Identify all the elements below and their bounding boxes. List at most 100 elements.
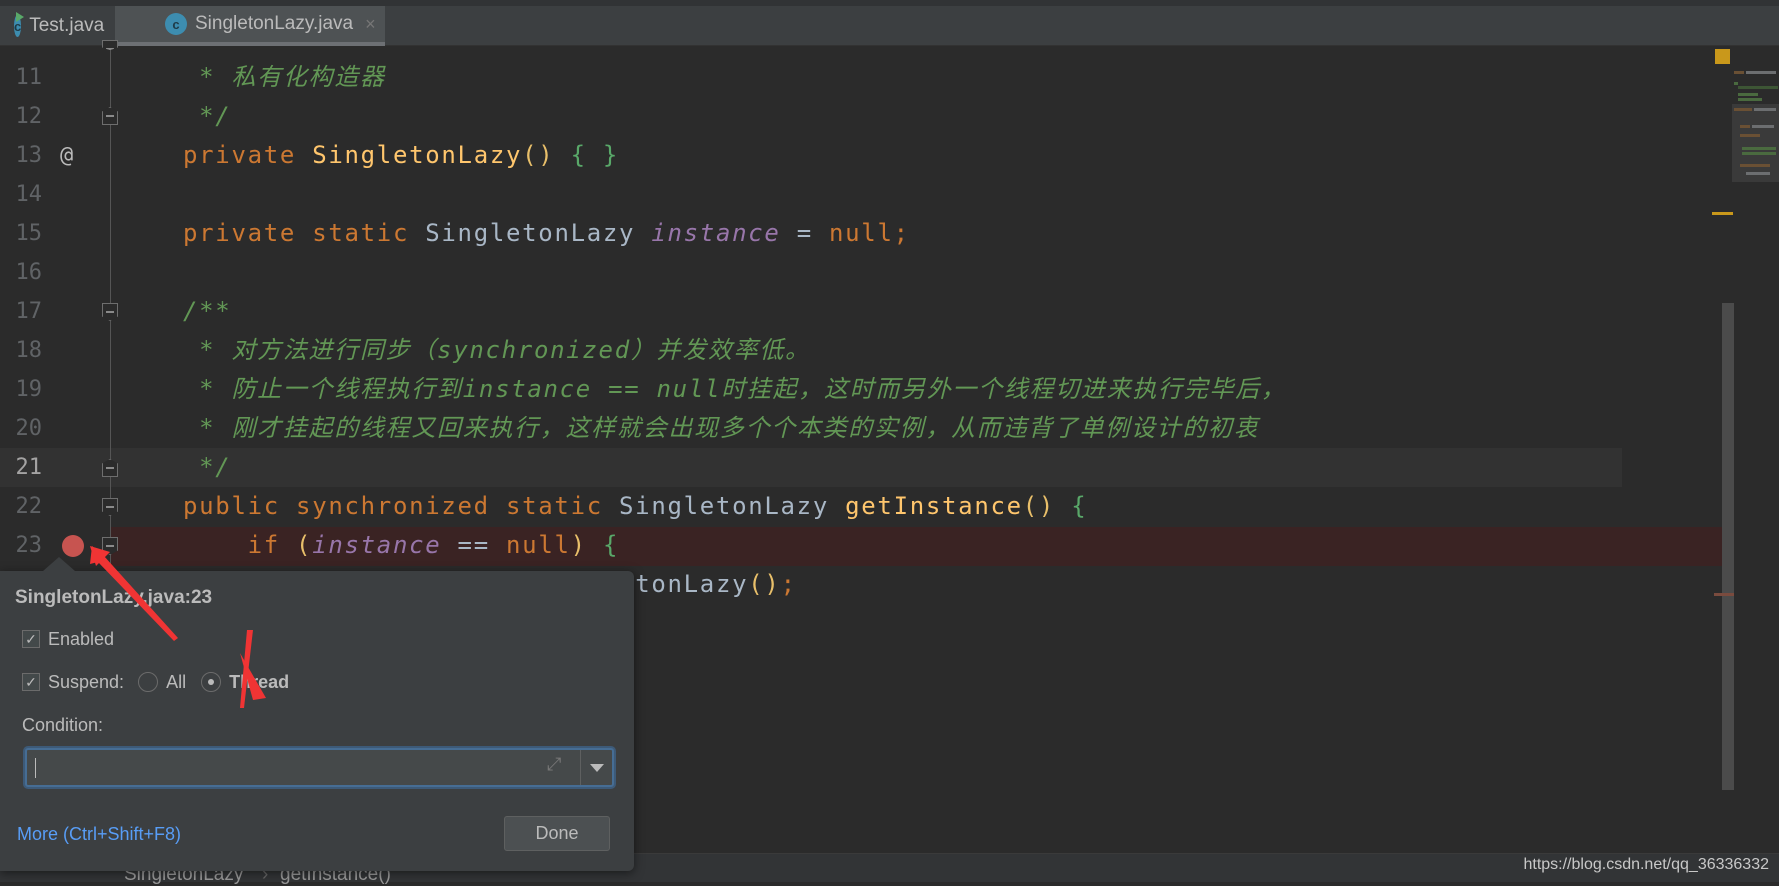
condition-input[interactable]: ⤢: [25, 748, 614, 787]
code-token: private static: [183, 219, 426, 247]
line-number: 21: [15, 455, 43, 480]
code-token: * 对方法进行同步（synchronized）并发效率低。: [183, 336, 811, 364]
code-token: * 防止一个线程执行到instance == null时挂起，这时而另外一个线程…: [183, 375, 1287, 403]
radio-thread[interactable]: Thread: [201, 671, 289, 693]
code-token: SingletonLazy: [619, 492, 846, 520]
suspend-row: ✓ Suspend: All Thread: [22, 671, 289, 693]
implements-marker-icon[interactable]: @: [60, 136, 73, 175]
close-icon[interactable]: ×: [365, 14, 376, 35]
code-token: * 私有化构造器: [183, 63, 386, 91]
tab-singletonlazy-java[interactable]: c SingletonLazy.java ×: [115, 6, 385, 46]
code-token: null: [506, 531, 571, 559]
chevron-down-icon: [589, 763, 604, 772]
code-token: (): [748, 570, 781, 598]
code-line[interactable]: * 刚才挂起的线程又回来执行，这样就会出现多个个本类的实例，从而违背了单例设计的…: [183, 409, 1259, 448]
line-number: 16: [15, 260, 43, 285]
popup-title: SingletonLazy.java:23: [15, 587, 213, 608]
java-class-run-icon: c: [14, 12, 25, 37]
line-number: 19: [15, 377, 43, 402]
line-number: 15: [15, 221, 43, 246]
code-token: (): [522, 141, 555, 169]
code-line[interactable]: * 私有化构造器: [183, 58, 386, 97]
code-line[interactable]: */: [183, 97, 231, 136]
checkbox-checked-icon: ✓: [22, 673, 40, 692]
code-token: instance: [651, 219, 781, 247]
vertical-scrollbar[interactable]: [1722, 303, 1734, 790]
tab-test-java[interactable]: c Test.java ×: [14, 6, 127, 46]
code-token: ==: [441, 531, 507, 559]
code-line[interactable]: */: [183, 448, 231, 487]
tab-label: SingletonLazy.java: [195, 13, 354, 34]
line-number: 11: [15, 65, 43, 90]
java-class-icon: c: [165, 13, 187, 35]
radio-all[interactable]: All: [138, 671, 186, 693]
radio-selected-icon: [201, 672, 222, 693]
code-token: { }: [570, 141, 620, 169]
code-token: instance: [312, 531, 442, 559]
breakpoint-popup: SingletonLazy.java:23 ✓ Enabled ✓ Suspend:…: [0, 557, 634, 871]
line-number: 22: [15, 494, 43, 519]
breakpoint-stripe-mark[interactable]: [1714, 593, 1734, 596]
minimap[interactable]: [1732, 47, 1779, 182]
error-stripe-mark[interactable]: [1712, 212, 1733, 215]
condition-label: Condition:: [22, 715, 104, 735]
code-token: if: [183, 531, 297, 559]
line-number: 17: [15, 299, 43, 324]
code-line[interactable]: /**: [183, 292, 231, 331]
radio-icon: [138, 672, 159, 693]
code-token: public synchronized static: [183, 492, 620, 520]
radio-all-label: All: [166, 671, 187, 692]
code-token: {: [602, 531, 620, 559]
enabled-checkbox[interactable]: ✓ Enabled: [22, 628, 114, 650]
code-token: * 刚才挂起的线程又回来执行，这样就会出现多个个本类的实例，从而违背了单例设计的…: [183, 414, 1260, 442]
editor-tab-bar: c Test.java × c SingletonLazy.java ×: [0, 0, 1779, 46]
code-line[interactable]: private SingletonLazy() { }: [183, 136, 619, 175]
code-token: SingletonLazy: [312, 141, 523, 169]
warning-indicator-icon[interactable]: [1715, 49, 1730, 64]
code-token: /**: [183, 297, 232, 325]
fold-marker-icon[interactable]: [102, 107, 118, 125]
code-line[interactable]: public synchronized static SingletonLazy…: [183, 487, 1087, 526]
line-number: 18: [15, 338, 43, 363]
code-token: =: [780, 219, 829, 247]
fold-marker-icon[interactable]: [102, 498, 118, 516]
code-token: */: [183, 102, 232, 130]
code-token: (: [296, 531, 313, 559]
code-token: SingletonLazy: [425, 219, 652, 247]
enabled-label: Enabled: [48, 628, 115, 649]
code-token: {: [1071, 492, 1088, 520]
breakpoint-icon[interactable]: [62, 535, 84, 557]
dropdown-button[interactable]: [580, 750, 612, 785]
checkbox-checked-icon: ✓: [22, 630, 40, 649]
line-number: 20: [15, 416, 43, 441]
code-token: */: [183, 453, 232, 481]
line-number: 13: [15, 143, 43, 168]
line-number: 14: [15, 182, 43, 207]
code-token: null;: [829, 219, 910, 247]
code-line[interactable]: * 防止一个线程执行到instance == null时挂起，这时而另外一个线程…: [183, 370, 1287, 409]
more-link[interactable]: More (Ctrl+Shift+F8): [17, 824, 181, 845]
code-token: getInstance: [845, 492, 1023, 520]
code-token: ;: [780, 570, 797, 598]
suspend-label: Suspend:: [48, 671, 125, 692]
text-cursor: [35, 758, 36, 778]
code-line[interactable]: if (instance == null) {: [183, 526, 619, 565]
tab-label: Test.java: [29, 15, 105, 36]
popup-pointer: [43, 557, 75, 571]
code-token: (): [1022, 492, 1056, 520]
suspend-checkbox[interactable]: ✓ Suspend:: [22, 671, 124, 693]
current-line-highlight: [0, 448, 1622, 487]
done-button[interactable]: Done: [504, 816, 610, 851]
watermark: https://blog.csdn.net/qq_36336332: [1523, 856, 1769, 873]
fold-marker-icon[interactable]: [102, 40, 118, 50]
code-line[interactable]: * 对方法进行同步（synchronized）并发效率低。: [183, 331, 811, 370]
line-number: 23: [15, 533, 43, 558]
code-line[interactable]: private static SingletonLazy instance = …: [183, 214, 910, 253]
expand-icon[interactable]: ⤢: [547, 754, 561, 775]
radio-thread-label: Thread: [229, 671, 290, 692]
code-token: private: [183, 141, 313, 169]
fold-marker-icon[interactable]: [102, 303, 118, 321]
